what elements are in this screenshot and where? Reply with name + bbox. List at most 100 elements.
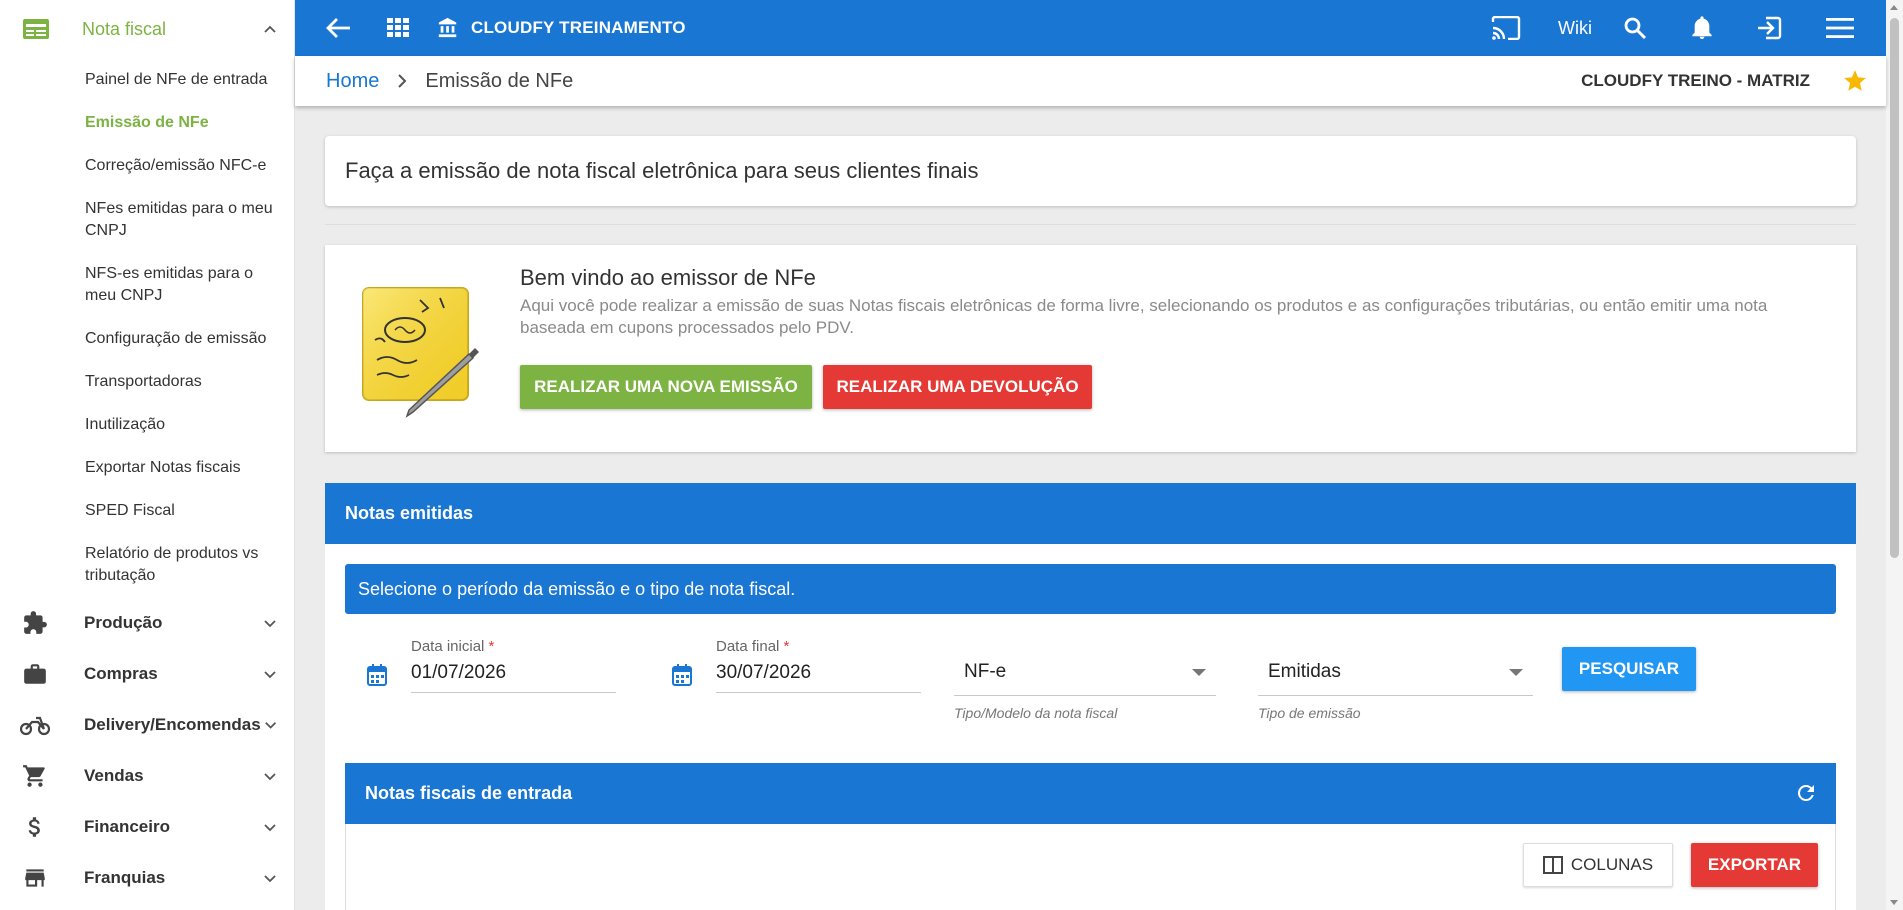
sub-panel-title: Notas fiscais de entrada [365,783,573,803]
briefcase-icon [20,659,50,689]
breadcrumb-current: Emissão de NFe [425,69,574,92]
back-arrow-icon[interactable] [321,17,355,39]
sidebar: Nota fiscal Painel de NFe de entrada Emi… [0,0,295,910]
search-button[interactable]: PESQUISAR [1562,647,1696,691]
sidebar-section-franquias[interactable]: Franquias [0,852,294,903]
model-select-hint: Tipo/Modelo da nota fiscal [954,705,1118,721]
cast-icon[interactable] [1490,16,1522,40]
dropdown-arrow-icon [1192,669,1206,676]
notas-emitidas-header: Notas emitidas [325,483,1856,544]
dollar-icon [20,812,50,842]
sidebar-section-producao[interactable]: Produção [0,597,294,648]
bank-icon [438,17,457,38]
sidebar-item-nfes-emitidas-cnpj[interactable]: NFes emitidas para o meu CNPJ [0,187,294,252]
company-unit-label: CLOUDFY TREINO - MATRIZ [1581,71,1810,90]
export-button[interactable]: EXPORTAR [1691,843,1818,887]
sidebar-item-painel-nfe-entrada[interactable]: Painel de NFe de entrada [0,58,294,101]
cart-icon [20,761,50,791]
sidebar-section-nota-fiscal[interactable]: Nota fiscal [0,0,294,58]
calendar-icon[interactable] [672,664,692,691]
receipt-icon [23,19,49,39]
sidebar-item-transportadoras[interactable]: Transportadoras [0,360,294,403]
sidebar-submenu: Painel de NFe de entrada Emissão de NFe … [0,58,294,597]
top-app-bar: CLOUDFY TREINAMENTO Wiki [295,0,1886,56]
chevron-right-icon [395,73,409,89]
chevron-down-icon [264,619,276,627]
emission-type-hint: Tipo de emissão [1258,705,1361,721]
columns-button-label: COLUNAS [1570,855,1654,874]
sidebar-section-label: Financeiro [84,816,170,836]
notas-entrada-header: Notas fiscais de entrada [345,763,1836,824]
sidebar-item-relatorio-produtos[interactable]: Relatório de produtos vs tributação [0,532,294,597]
divider [325,224,1856,225]
columns-icon [1542,856,1563,874]
chevron-down-icon [264,772,276,780]
scrollbar-thumb[interactable] [1890,18,1899,558]
sidebar-item-configuracao-emissao[interactable]: Configuração de emissão [0,317,294,360]
chevron-up-icon [264,25,276,33]
chevron-down-icon [264,721,276,729]
end-date-label: Data final * [716,638,790,655]
scroll-up-arrow-icon[interactable] [1890,5,1898,10]
sidebar-section-financeiro[interactable]: Financeiro [0,801,294,852]
store-icon [20,863,50,893]
company-brand[interactable]: CLOUDFY TREINAMENTO [437,17,686,39]
end-date-input[interactable]: 30/07/2026 [716,662,921,693]
hamburger-menu-icon[interactable] [1826,18,1854,38]
bell-icon[interactable] [1690,15,1714,41]
apps-grid-icon[interactable] [385,18,411,38]
new-emission-button[interactable]: REALIZAR UMA NOVA EMISSÃO [520,365,812,409]
sidebar-item-nfses-emitidas-cnpj[interactable]: NFS-es emitidas para o meu CNPJ [0,252,294,317]
dropdown-arrow-icon [1509,669,1523,676]
calendar-icon[interactable] [367,664,387,691]
company-name: CLOUDFY TREINAMENTO [471,18,686,37]
panel-title: Notas emitidas [345,503,474,523]
sidebar-section-label: Franquias [84,867,166,887]
refresh-icon[interactable] [1794,781,1818,810]
sidebar-item-inutilizacao[interactable]: Inutilização [0,403,294,446]
chevron-down-icon [264,823,276,831]
breadcrumb: Home Emissão de NFe CLOUDFY TREINO - MAT… [295,56,1886,106]
intro-text: Faça a emissão de nota fiscal eletrônica… [345,158,979,183]
emission-type-value[interactable]: Emitidas [1258,648,1533,696]
sidebar-item-sped-fiscal[interactable]: SPED Fiscal [0,489,294,532]
intro-card: Faça a emissão de nota fiscal eletrônica… [325,136,1856,206]
exit-icon[interactable] [1756,16,1782,40]
sidebar-section-vendas[interactable]: Vendas [0,750,294,801]
welcome-card: Bem vindo ao emissor de NFe Aqui você po… [325,245,1856,452]
sidebar-section-delivery[interactable]: Delivery/Encomendas [0,699,294,750]
emission-type-select[interactable]: Emitidas Tipo de emissão [1258,648,1533,721]
puzzle-icon [20,608,50,638]
star-icon[interactable] [1842,68,1868,94]
sidebar-section-compras[interactable]: Compras [0,648,294,699]
notepad-pencil-icon [362,287,479,418]
notas-entrada-body: COLUNAS EXPORTAR [345,824,1836,910]
search-icon[interactable] [1622,16,1648,40]
chevron-down-icon [264,874,276,882]
breadcrumb-home-link[interactable]: Home [326,70,379,93]
return-emission-button[interactable]: REALIZAR UMA DEVOLUÇÃO [823,365,1092,409]
scroll-down-arrow-icon[interactable] [1890,900,1898,905]
page-scrollbar[interactable] [1886,0,1903,910]
start-date-field[interactable]: Data inicial * 01/07/2026 [411,638,616,693]
welcome-description: Aqui você pode realizar a emissão de sua… [520,296,1768,337]
start-date-label: Data inicial * [411,638,495,655]
sidebar-item-correcao-nfce[interactable]: Correção/emissão NFC-e [0,144,294,187]
welcome-title: Bem vindo ao emissor de NFe [520,265,816,290]
notas-emitidas-panel: Selecione o período da emissão e o tipo … [325,544,1856,910]
sidebar-section-label: Vendas [84,765,144,785]
sidebar-item-emissao-nfe[interactable]: Emissão de NFe [0,101,294,144]
model-select[interactable]: NF-e Tipo/Modelo da nota fiscal [954,648,1216,721]
chevron-down-icon [264,670,276,678]
end-date-field[interactable]: Data final * 30/07/2026 [716,638,921,693]
sidebar-section-label: Compras [84,663,158,683]
sidebar-item-exportar-notas[interactable]: Exportar Notas fiscais [0,446,294,489]
sidebar-section-label: Nota fiscal [82,18,167,39]
columns-button[interactable]: COLUNAS [1523,843,1673,887]
info-banner: Selecione o período da emissão e o tipo … [345,564,1836,614]
start-date-input[interactable]: 01/07/2026 [411,662,616,693]
motorcycle-icon [20,710,50,740]
sidebar-section-label: Delivery/Encomendas [84,714,261,734]
model-select-value[interactable]: NF-e [954,648,1216,696]
wiki-link[interactable]: Wiki [1558,18,1592,39]
